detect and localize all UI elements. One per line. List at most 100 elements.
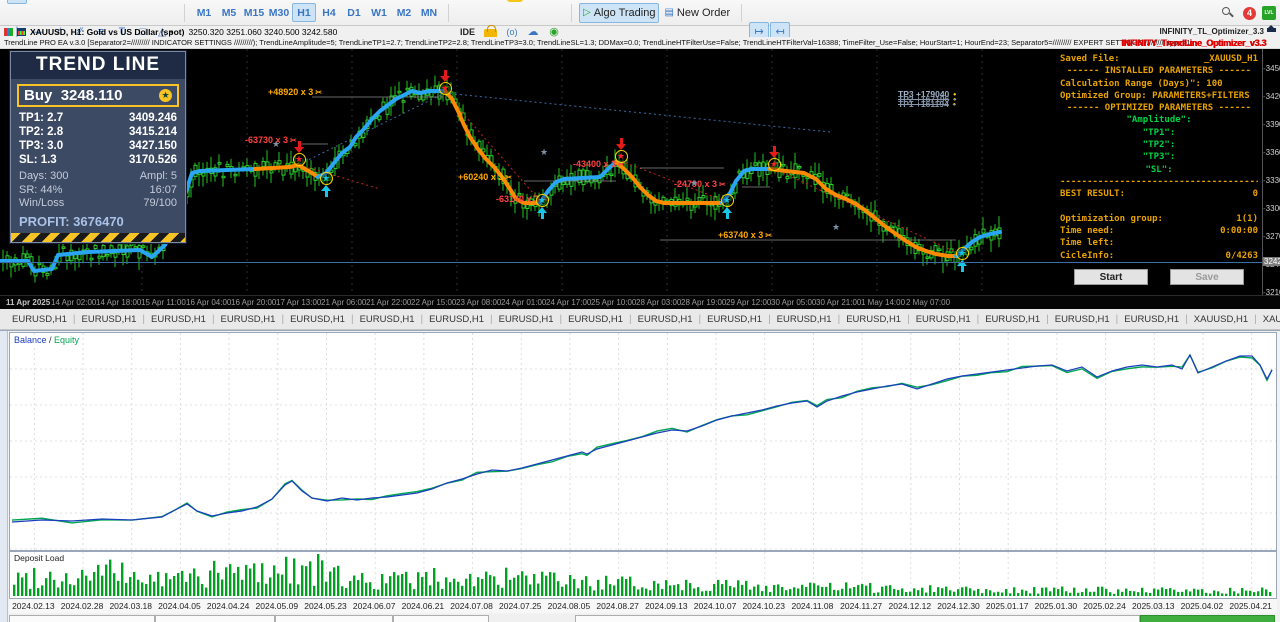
zoom-in-icon[interactable]: ⊕ — [749, 0, 769, 4]
tester-date-label: 2025.03.13 — [1132, 601, 1175, 611]
profit-annotation: +48920 x 3✂ — [268, 87, 322, 97]
save-button[interactable]: Save — [1170, 269, 1244, 285]
search-button[interactable] — [1218, 3, 1238, 23]
chart-tab-eurusd-h1[interactable]: EURUSD,H1 — [423, 311, 490, 328]
timeframe-button-h1[interactable]: H1 — [292, 3, 316, 22]
start-button[interactable]: Start — [1074, 269, 1148, 285]
main-chart-area[interactable]: -3480-3450-3420-3390-3360-3330-3300-3270… — [0, 49, 1280, 295]
neutral-signal-marker: ★ — [690, 178, 698, 189]
chart-template-icon[interactable]: ~▾ — [456, 0, 477, 4]
deposit-load-panel[interactable]: Deposit Load — [9, 551, 1277, 599]
time-axis-label: 11 Apr 2025 — [6, 298, 50, 307]
timeframe-button-d1[interactable]: D1 — [342, 3, 366, 22]
tester-date-label: 2025.04.02 — [1181, 601, 1224, 611]
chart-tab-eurusd-h1[interactable]: EURUSD,H1 — [701, 311, 768, 328]
buy-signal-marker: ★ — [719, 194, 735, 219]
chart-tab-eurusd-h1[interactable]: EURUSD,H1 — [145, 311, 212, 328]
current-price-label: 3242.58 — [1263, 257, 1280, 266]
chart-tab-eurusd-h1[interactable]: EURUSD,H1 — [562, 311, 629, 328]
tester-date-label: 2024.07.25 — [499, 601, 542, 611]
price-axis-label: -3300 — [1263, 204, 1280, 213]
price-axis-label: -3270 — [1263, 232, 1280, 241]
time-axis-label: 21 Apr 06:00 — [321, 298, 366, 307]
chart-tab-eurusd-h1[interactable]: EURUSD,H1 — [6, 311, 73, 328]
chart-tab-eurusd-h1[interactable]: EURUSD,H1 — [979, 311, 1046, 328]
chart-tab-eurusd-h1[interactable]: EURUSD,H1 — [632, 311, 699, 328]
price-axis-label: -3360 — [1263, 148, 1280, 157]
time-axis-label: 15 Apr 11:00 — [141, 298, 186, 307]
time-axis-label: 29 Apr 12:00 — [726, 298, 771, 307]
legend-balance: Balance — [14, 335, 47, 345]
time-axis-label: 2 May 07:00 — [906, 298, 950, 307]
chart-tab-eurusd-h1[interactable]: EURUSD,H1 — [76, 311, 143, 328]
timeframe-button-m5[interactable]: M5 — [217, 3, 241, 22]
window-menu-icon[interactable] — [4, 28, 13, 36]
timeframe-button-w1[interactable]: W1 — [367, 3, 391, 22]
algo-trading-button[interactable]: ▷ Algo Trading — [579, 3, 659, 23]
toolbar-separator — [448, 4, 449, 22]
sell-signal-marker: ★ — [613, 138, 629, 163]
indicators-icon[interactable]: ⊞▾ — [478, 0, 502, 4]
tester-date-label: 2024.11.08 — [791, 601, 833, 611]
levels-icon[interactable]: LVL — [1262, 6, 1276, 20]
notification-badge: 4 — [1243, 7, 1256, 20]
time-axis-label: 14 Apr 02:00 — [51, 298, 96, 307]
buy-star-icon: ★ — [956, 247, 969, 260]
partial-progress-cell — [1140, 615, 1275, 622]
buy-arrow-icon — [325, 191, 328, 197]
tester-date-axis: 2024.02.132024.02.282024.03.182024.04.05… — [9, 599, 1277, 613]
cursor-tool[interactable]: ↖ — [7, 0, 27, 4]
chart-tab-eurusd-h1[interactable]: EURUSD,H1 — [840, 311, 907, 328]
timeframe-button-m15[interactable]: M15 — [242, 3, 266, 22]
buy-star-icon: ★ — [320, 172, 333, 185]
optimizer-row: "TP3": — [1060, 152, 1258, 164]
signal-star-icon: ★ — [159, 89, 172, 102]
crosshair-tool[interactable]: + — [28, 0, 48, 4]
optimizer-panel: Saved File:_XAUUSD_H1------ INSTALLED PA… — [1060, 54, 1258, 285]
new-order-button[interactable]: ▤ New Order — [660, 3, 734, 23]
chart-ohlc-values: 3250.320 3251.060 3240.500 3242.580 — [188, 27, 337, 37]
chart-tab-eurusd-h1[interactable]: EURUSD,H1 — [215, 311, 282, 328]
time-axis-label: 16 Apr 20:00 — [231, 298, 276, 307]
balance-equity-chart[interactable]: Balance / Equity — [9, 332, 1277, 551]
notifications-button[interactable]: 4 — [1240, 3, 1260, 23]
optimizer-row: "SL": — [1060, 165, 1258, 177]
time-axis-label: 17 Apr 13:00 — [276, 298, 321, 307]
neutral-signal-marker: ★ — [540, 147, 548, 158]
signal-side: Buy — [24, 87, 52, 104]
chart-tab-eurusd-h1[interactable]: EURUSD,H1 — [910, 311, 977, 328]
price-axis[interactable]: -3480-3450-3420-3390-3360-3330-3300-3270… — [1262, 49, 1280, 295]
partial-cell — [155, 615, 275, 622]
optimizer-row: Optimization group:1(1) — [1060, 214, 1258, 226]
chart-tab-eurusd-h1[interactable]: EURUSD,H1 — [493, 311, 560, 328]
tp-sl-levels: TP1: 2.73409.246TP2: 2.83415.214TP3: 3.0… — [11, 111, 185, 167]
chart-tab-eurusd-h1[interactable]: EURUSD,H1 — [284, 311, 351, 328]
play-icon: ▷ — [583, 7, 591, 18]
indicator-stats: Days: 300Ampl: 5SR: 44%16:07Win/Loss79/1… — [11, 170, 185, 211]
optimizer-row: ----------------------------------------… — [1060, 177, 1258, 189]
timeframe-button-m2[interactable]: M2 — [392, 3, 416, 22]
chart-tab-eurusd-h1[interactable]: EURUSD,H1 — [1118, 311, 1185, 328]
stat-row: Days: 300Ampl: 5 — [11, 170, 185, 184]
chart-tab-eurusd-h1[interactable]: EURUSD,H1 — [354, 311, 421, 328]
chart-tab-xauusd-h1[interactable]: XAUUSD,H1 — [1188, 311, 1254, 328]
chart-tab-eurusd-h1[interactable]: EURUSD,H1 — [771, 311, 838, 328]
optimizer-row: Time left: — [1060, 238, 1258, 250]
tile-windows-icon[interactable]: ⊞ — [791, 0, 811, 4]
chart-tab-eurusd-h1[interactable]: EURUSD,H1 — [1049, 311, 1116, 328]
chart-tab-xauusd-h1[interactable]: XAUUSD,H1 — [1257, 311, 1280, 328]
deposit-load-bars — [10, 552, 1276, 598]
currency-icon[interactable]: $ — [503, 0, 527, 4]
timeframe-button-h4[interactable]: H4 — [317, 3, 341, 22]
optimizer-row: ------ OPTIMIZED PARAMETERS ------ — [1060, 103, 1258, 115]
timeframe-button-m1[interactable]: M1 — [192, 3, 216, 22]
timeframe-button-m30[interactable]: M30 — [267, 3, 291, 22]
time-axis[interactable]: 11 Apr 202514 Apr 02:0014 Apr 18:0015 Ap… — [0, 295, 1280, 309]
timeframe-button-mn[interactable]: MN — [417, 3, 441, 22]
trendline-panel-title: TREND LINE — [11, 52, 185, 79]
time-axis-label: 24 Apr 17:00 — [546, 298, 591, 307]
zoom-out-icon[interactable]: ⊖ — [770, 0, 790, 4]
tester-date-label: 2024.06.07 — [353, 601, 396, 611]
time-axis-label: 21 Apr 22:00 — [366, 298, 411, 307]
optimizer-rows: Saved File:_XAUUSD_H1------ INSTALLED PA… — [1060, 54, 1258, 263]
